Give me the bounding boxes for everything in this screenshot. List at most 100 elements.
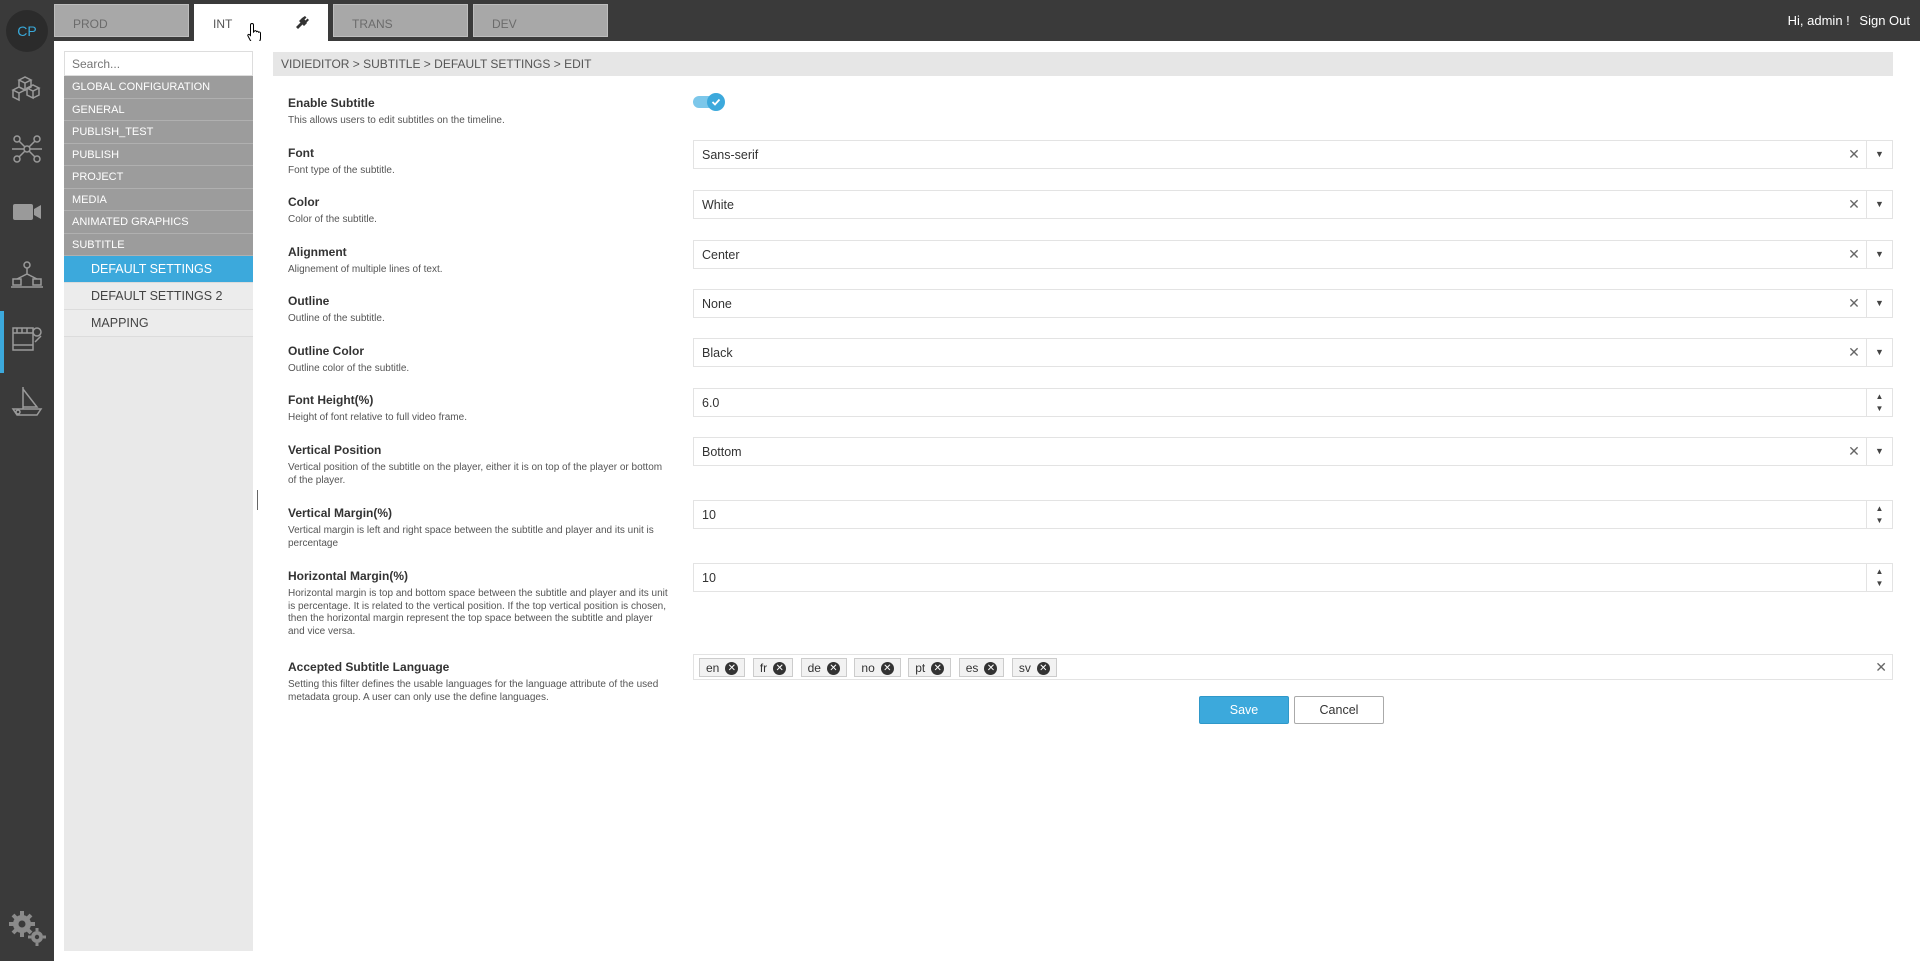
vertical-position-select[interactable]: Bottom ✕ ▼ (693, 437, 1893, 466)
enable-subtitle-row: Enable Subtitle This allows users to edi… (288, 96, 668, 128)
nav-group-project[interactable]: PROJECT (64, 166, 253, 189)
font-select[interactable]: Sans-serif ✕ ▼ (693, 140, 1893, 169)
enable-subtitle-toggle[interactable] (693, 93, 727, 111)
font-height-desc: Height of font relative to full video fr… (288, 412, 467, 423)
outline-color-row: Outline Color Outline color of the subti… (288, 344, 668, 376)
sign-out-link[interactable]: Sign Out (1859, 13, 1910, 28)
workflow-icon[interactable] (8, 256, 46, 294)
dropdown-arrow-icon[interactable]: ▼ (1866, 290, 1892, 317)
tab-int-label: INT (213, 17, 233, 31)
nav-group-publish[interactable]: PUBLISH (64, 143, 253, 166)
remove-tag-icon[interactable]: ✕ (880, 662, 894, 675)
horizontal-margin-input[interactable]: 10 ▲ ▼ (693, 563, 1893, 592)
nav-group-publish-test[interactable]: PUBLISH_TEST (64, 121, 253, 144)
font-height-value: 6.0 (702, 396, 720, 410)
horizontal-margin-row: Horizontal Margin(%) Horizontal margin i… (288, 569, 668, 638)
language-tag: pt ✕ (908, 658, 952, 677)
nav-item-default-settings[interactable]: DEFAULT SETTINGS (64, 256, 253, 283)
nav-group-general[interactable]: GENERAL (64, 98, 253, 121)
stepper-arrows-icon[interactable]: ▲ ▼ (1866, 564, 1892, 591)
clear-icon[interactable]: ✕ (1846, 443, 1862, 459)
language-tag: de ✕ (800, 658, 847, 677)
clear-icon[interactable]: ✕ (1846, 146, 1862, 162)
horizontal-margin-desc: Horizontal margin is top and bottom spac… (288, 588, 668, 637)
dropdown-arrow-icon[interactable]: ▼ (1866, 141, 1892, 168)
vertical-position-label: Vertical Position (288, 443, 382, 457)
language-tag: en ✕ (699, 658, 746, 677)
outline-value: None (702, 297, 732, 311)
stepper-arrows-icon[interactable]: ▲ ▼ (1866, 389, 1892, 416)
tag-label: sv (1018, 661, 1031, 675)
alignment-select[interactable]: Center ✕ ▼ (693, 240, 1893, 269)
alignment-label: Alignment (288, 245, 347, 259)
enable-subtitle-label: Enable Subtitle (288, 96, 375, 110)
stepper-arrows-icon[interactable]: ▲ ▼ (1866, 501, 1892, 528)
tab-prod[interactable]: PROD (54, 4, 189, 37)
outline-select[interactable]: None ✕ ▼ (693, 289, 1893, 318)
dropdown-arrow-icon[interactable]: ▼ (1866, 339, 1892, 366)
vertical-margin-input[interactable]: 10 ▲ ▼ (693, 500, 1893, 529)
tag-label: fr (759, 661, 768, 675)
tag-label: es (965, 661, 979, 675)
font-height-input[interactable]: 6.0 ▲ ▼ (693, 388, 1893, 417)
tag-label: pt (915, 661, 926, 675)
outline-label: Outline (288, 294, 330, 308)
outline-color-label: Outline Color (288, 344, 364, 358)
film-settings-icon[interactable] (0, 311, 46, 373)
settings-nav: GLOBAL CONFIGURATION GENERAL PUBLISH_TES… (64, 51, 253, 951)
font-height-row: Font Height(%) Height of font relative t… (288, 393, 668, 425)
remove-tag-icon[interactable]: ✕ (773, 662, 787, 675)
dropdown-arrow-icon[interactable]: ▼ (1866, 438, 1892, 465)
nav-group-animated-graphics[interactable]: ANIMATED GRAPHICS (64, 211, 253, 234)
tab-dev[interactable]: DEV (473, 4, 608, 37)
gear-icon[interactable] (6, 906, 48, 953)
cubes-icon[interactable] (8, 67, 46, 105)
language-tag: no ✕ (854, 658, 901, 677)
remove-tag-icon[interactable]: ✕ (826, 662, 840, 675)
language-tag: fr ✕ (752, 658, 794, 677)
plug-icon[interactable] (296, 15, 310, 32)
vertical-position-row: Vertical Position Vertical position of t… (288, 443, 668, 487)
remove-tag-icon[interactable]: ✕ (1036, 662, 1050, 675)
search-input[interactable] (64, 51, 253, 76)
breadcrumb: VIDIEDITOR > SUBTITLE > DEFAULT SETTINGS… (273, 52, 1893, 76)
remove-tag-icon[interactable]: ✕ (984, 662, 998, 675)
clear-icon[interactable]: ✕ (1846, 295, 1862, 311)
top-bar: PROD INT TRANS DEV Hi, admin ! Sign Out (54, 0, 1920, 41)
languages-row: Accepted Subtitle Language Setting this … (288, 660, 668, 704)
remove-tag-icon[interactable]: ✕ (725, 662, 739, 675)
user-area: Hi, admin ! Sign Out (1782, 13, 1910, 28)
cancel-button[interactable]: Cancel (1294, 696, 1384, 724)
color-select[interactable]: White ✕ ▼ (693, 190, 1893, 219)
vertical-margin-row: Vertical Margin(%) Vertical margin is le… (288, 506, 668, 550)
clear-icon[interactable]: ✕ (1846, 246, 1862, 262)
font-height-label: Font Height(%) (288, 393, 374, 407)
nav-group-media[interactable]: MEDIA (64, 188, 253, 211)
languages-tag-input[interactable]: en ✕ fr ✕ de ✕ no ✕ pt ✕ es ✕ sv ✕ ✕ (693, 654, 1893, 680)
nav-group-global-configuration[interactable]: GLOBAL CONFIGURATION (64, 76, 253, 99)
dropdown-arrow-icon[interactable]: ▼ (1866, 241, 1892, 268)
clear-icon[interactable]: ✕ (1846, 196, 1862, 212)
remove-tag-icon[interactable]: ✕ (931, 662, 945, 675)
clear-all-icon[interactable]: ✕ (1875, 659, 1887, 676)
tab-trans[interactable]: TRANS (333, 4, 468, 37)
ship-icon[interactable] (8, 382, 46, 420)
outline-desc: Outline of the subtitle. (288, 313, 385, 324)
video-camera-icon[interactable] (8, 193, 46, 231)
languages-label: Accepted Subtitle Language (288, 660, 450, 674)
font-value: Sans-serif (702, 148, 759, 162)
nav-item-default-settings-2[interactable]: DEFAULT SETTINGS 2 (64, 283, 253, 310)
clear-icon[interactable]: ✕ (1846, 344, 1862, 360)
network-icon[interactable] (8, 130, 46, 168)
tag-label: no (861, 661, 875, 675)
nav-group-subtitle[interactable]: SUBTITLE (64, 233, 253, 256)
panel-resize-handle[interactable] (257, 490, 258, 510)
app-logo[interactable]: CP (6, 10, 48, 52)
outline-color-select[interactable]: Black ✕ ▼ (693, 338, 1893, 367)
color-value: White (702, 198, 734, 212)
alignment-row: Alignment Alignement of multiple lines o… (288, 245, 668, 277)
nav-item-mapping[interactable]: MAPPING (64, 310, 253, 337)
dropdown-arrow-icon[interactable]: ▼ (1866, 191, 1892, 218)
languages-desc: Setting this filter defines the usable l… (288, 679, 659, 703)
save-button[interactable]: Save (1199, 696, 1289, 724)
